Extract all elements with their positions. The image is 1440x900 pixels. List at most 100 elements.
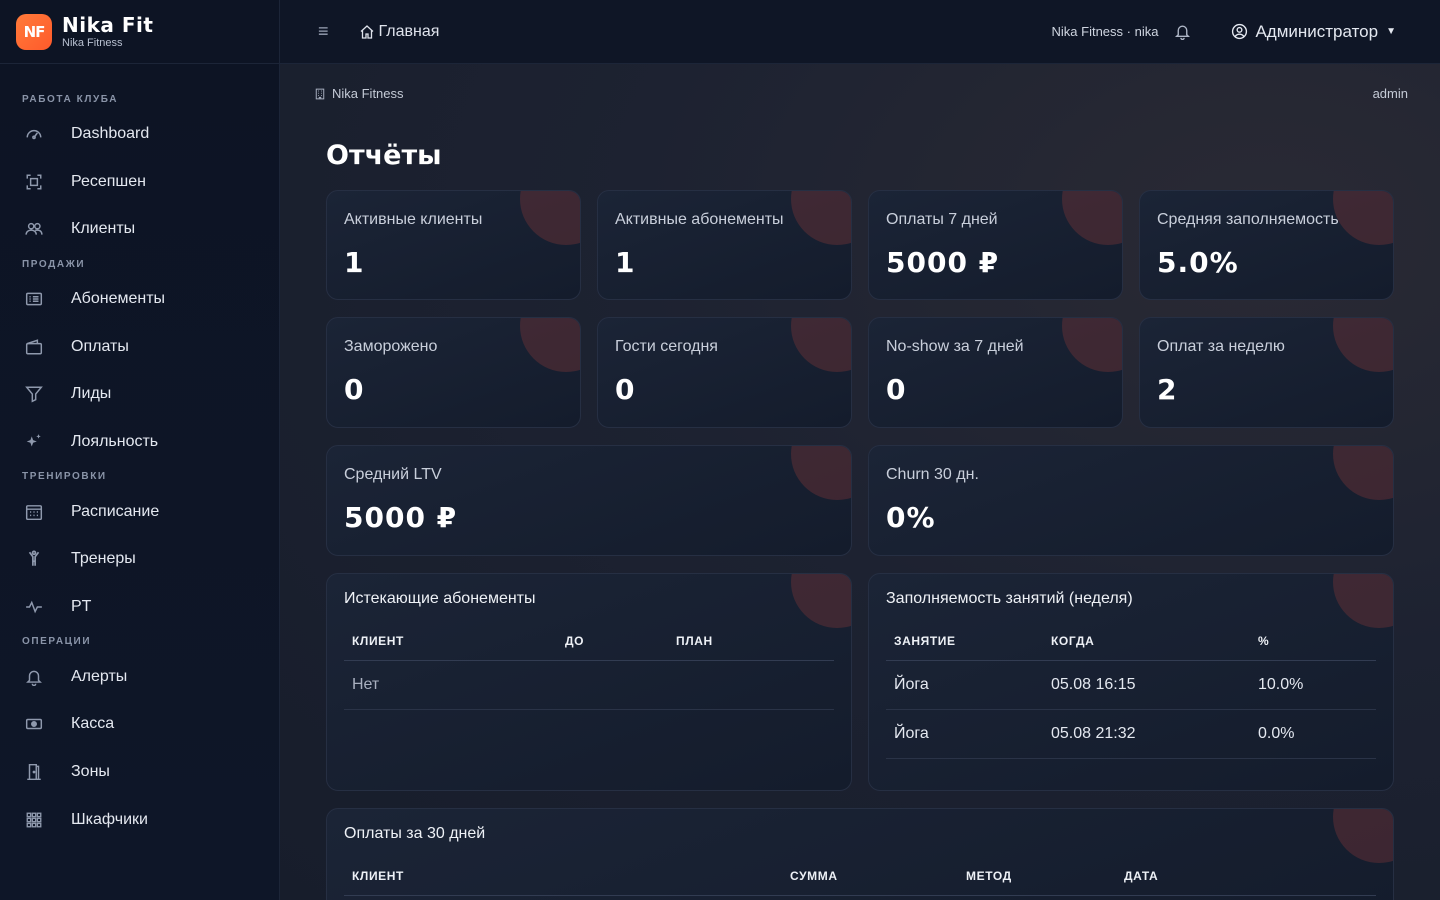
sidebar-item-label: Алерты: [71, 667, 128, 685]
empty-cell: Нет: [344, 660, 834, 710]
sidebar-item-clients[interactable]: Клиенты: [22, 205, 257, 253]
topbar: ≡ Главная Nika Fitness · nika Администра…: [280, 0, 1440, 64]
stat-label: Заморожено: [344, 338, 438, 355]
brand-title: Nika Fit: [62, 12, 154, 37]
sidebar-item-schedule[interactable]: Расписание: [22, 488, 257, 536]
nav-heading-club: РАБОТА КЛУБА: [22, 93, 119, 105]
bell-icon: [22, 665, 46, 689]
sidebar-item-lockers[interactable]: Шкафчики: [22, 796, 257, 844]
stat-value: 2: [1157, 373, 1178, 406]
brand[interactable]: NF Nika Fit Nika Fitness: [0, 0, 279, 64]
stat-label: Оплат за неделю: [1157, 338, 1285, 355]
stat-card-frozen: Заморожено 0: [326, 317, 581, 428]
sidebar-item-label: Клиенты: [71, 220, 136, 238]
stat-label: Churn 30 дн.: [886, 466, 979, 483]
sidebar-item-label: Ресепшен: [71, 172, 146, 190]
column-header: ЗАНЯТИЕ: [886, 622, 1043, 661]
stat-card-avg-ltv: Средний LTV 5000 ₽: [326, 445, 852, 556]
stat-card-guests-today: Гости сегодня 0: [597, 317, 852, 428]
sidebar-item-label: Зоны: [71, 763, 110, 781]
sidebar-item-label: Шкафчики: [71, 810, 148, 828]
notifications-bell-icon[interactable]: [1174, 23, 1191, 40]
card-title: Истекающие абонементы: [344, 590, 536, 607]
nav-heading-sales: ПРОДАЖИ: [22, 258, 86, 270]
sidebar-item-memberships[interactable]: Абонементы: [22, 275, 257, 323]
column-header: ДАТА: [1116, 857, 1376, 896]
column-header: МЕТОД: [958, 857, 1116, 896]
grid-icon: [22, 808, 46, 832]
stat-card-avg-occupancy: Средняя заполняемость 5.0%: [1139, 190, 1394, 300]
user-label: Администратор: [1255, 21, 1379, 41]
org-label: Nika Fitness · nika: [1051, 24, 1159, 39]
speedometer-icon: [22, 122, 46, 146]
sidebar-item-loyalty[interactable]: Лояльность: [22, 418, 257, 466]
stat-label: Гости сегодня: [615, 338, 718, 355]
caret-down-icon: ▼: [1386, 26, 1396, 37]
sidebar-item-label: Лиды: [71, 385, 112, 403]
person-circle-icon: [1232, 23, 1248, 40]
stat-label: No-show за 7 дней: [886, 338, 1024, 355]
cell: 10.0%: [1250, 660, 1376, 710]
sidebar-item-alerts[interactable]: Алерты: [22, 653, 257, 701]
building-icon: [315, 88, 325, 99]
stat-value: 0: [886, 373, 907, 406]
sidebar-item-trainers[interactable]: Тренеры: [22, 536, 257, 584]
sidebar-item-pt[interactable]: PT: [22, 583, 257, 631]
card-list-icon: [22, 287, 46, 311]
card-title: Заполняемость занятий (неделя): [886, 590, 1133, 607]
sidebar-item-zones[interactable]: Зоны: [22, 748, 257, 796]
table-row: Йога 05.08 21:32 0.0%: [886, 709, 1376, 759]
main-content: Nika Fitness admin Отчёты Активные клиен…: [280, 64, 1440, 900]
cell: Йога: [886, 660, 1043, 710]
column-header: КОГДА: [1043, 622, 1250, 661]
stat-value: 5000 ₽: [344, 501, 458, 534]
funnel-icon: [22, 382, 46, 406]
stat-card-active-clients: Активные клиенты 1: [326, 190, 581, 300]
column-header: СУММА: [782, 857, 958, 896]
cell: Йога: [886, 709, 1043, 759]
cell: 05.08 16:15: [1043, 660, 1250, 710]
expiring-table: КЛИЕНТ ДО ПЛАН Нет: [344, 622, 834, 710]
sidebar: NF Nika Fit Nika Fitness РАБОТА КЛУБА Da…: [0, 0, 280, 900]
sidebar-item-label: Тренеры: [71, 550, 136, 568]
stat-card-active-memberships: Активные абонементы 1: [597, 190, 852, 300]
people-icon: [22, 217, 46, 241]
stat-value: 0: [615, 373, 636, 406]
sidebar-item-dashboard[interactable]: Dashboard: [22, 110, 257, 158]
stat-value: 1: [344, 246, 365, 279]
stat-card-payments-7d: Оплаты 7 дней 5000 ₽: [868, 190, 1123, 300]
sidebar-item-cash[interactable]: Касса: [22, 701, 257, 749]
column-header: ДО: [557, 622, 668, 661]
stat-label: Оплаты 7 дней: [886, 211, 998, 228]
card-title: Оплаты за 30 дней: [344, 825, 486, 842]
sidebar-item-label: Касса: [71, 715, 115, 733]
sidebar-item-payments[interactable]: Оплаты: [22, 323, 257, 371]
occupancy-table: ЗАНЯТИЕ КОГДА % Йога 05.08 16:15 10.0% Й…: [886, 622, 1376, 759]
stat-value: 1: [615, 246, 636, 279]
house-icon: [360, 24, 373, 39]
person-arms-up-icon: [22, 547, 46, 571]
nav-heading-training: ТРЕНИРОВКИ: [22, 471, 107, 483]
stat-value: 0%: [886, 501, 936, 534]
stat-card-churn-30d: Churn 30 дн. 0%: [868, 445, 1394, 556]
scan-icon: [22, 170, 46, 194]
table-row: Йога 05.08 16:15 10.0%: [886, 660, 1376, 710]
payments-table: КЛИЕНТ СУММА МЕТОД ДАТА: [344, 857, 1376, 896]
menu-toggle-icon[interactable]: ≡: [318, 21, 329, 42]
stat-value: 5000 ₽: [886, 246, 1000, 279]
breadcrumb-org[interactable]: Nika Fitness: [332, 86, 404, 101]
stat-label: Активные абонементы: [615, 211, 784, 228]
sidebar-item-leads[interactable]: Лиды: [22, 370, 257, 418]
column-header: ПЛАН: [668, 622, 834, 661]
wallet-icon: [22, 335, 46, 359]
payments-30d-card: Оплаты за 30 дней КЛИЕНТ СУММА МЕТОД ДАТ…: [326, 808, 1394, 900]
sidebar-item-label: Лояльность: [71, 432, 159, 450]
table-row: Нет: [344, 660, 834, 710]
expiring-memberships-card: Истекающие абонементы КЛИЕНТ ДО ПЛАН Нет: [326, 573, 852, 791]
sidebar-item-reception[interactable]: Ресепшен: [22, 158, 257, 206]
nav: РАБОТА КЛУБА Dashboard Ресепшен Клиенты …: [0, 64, 279, 844]
cash-icon: [22, 712, 46, 736]
user-menu[interactable]: Администратор ▼: [1231, 22, 1396, 42]
home-link[interactable]: Главная: [359, 23, 439, 41]
cell: 05.08 21:32: [1043, 709, 1250, 759]
